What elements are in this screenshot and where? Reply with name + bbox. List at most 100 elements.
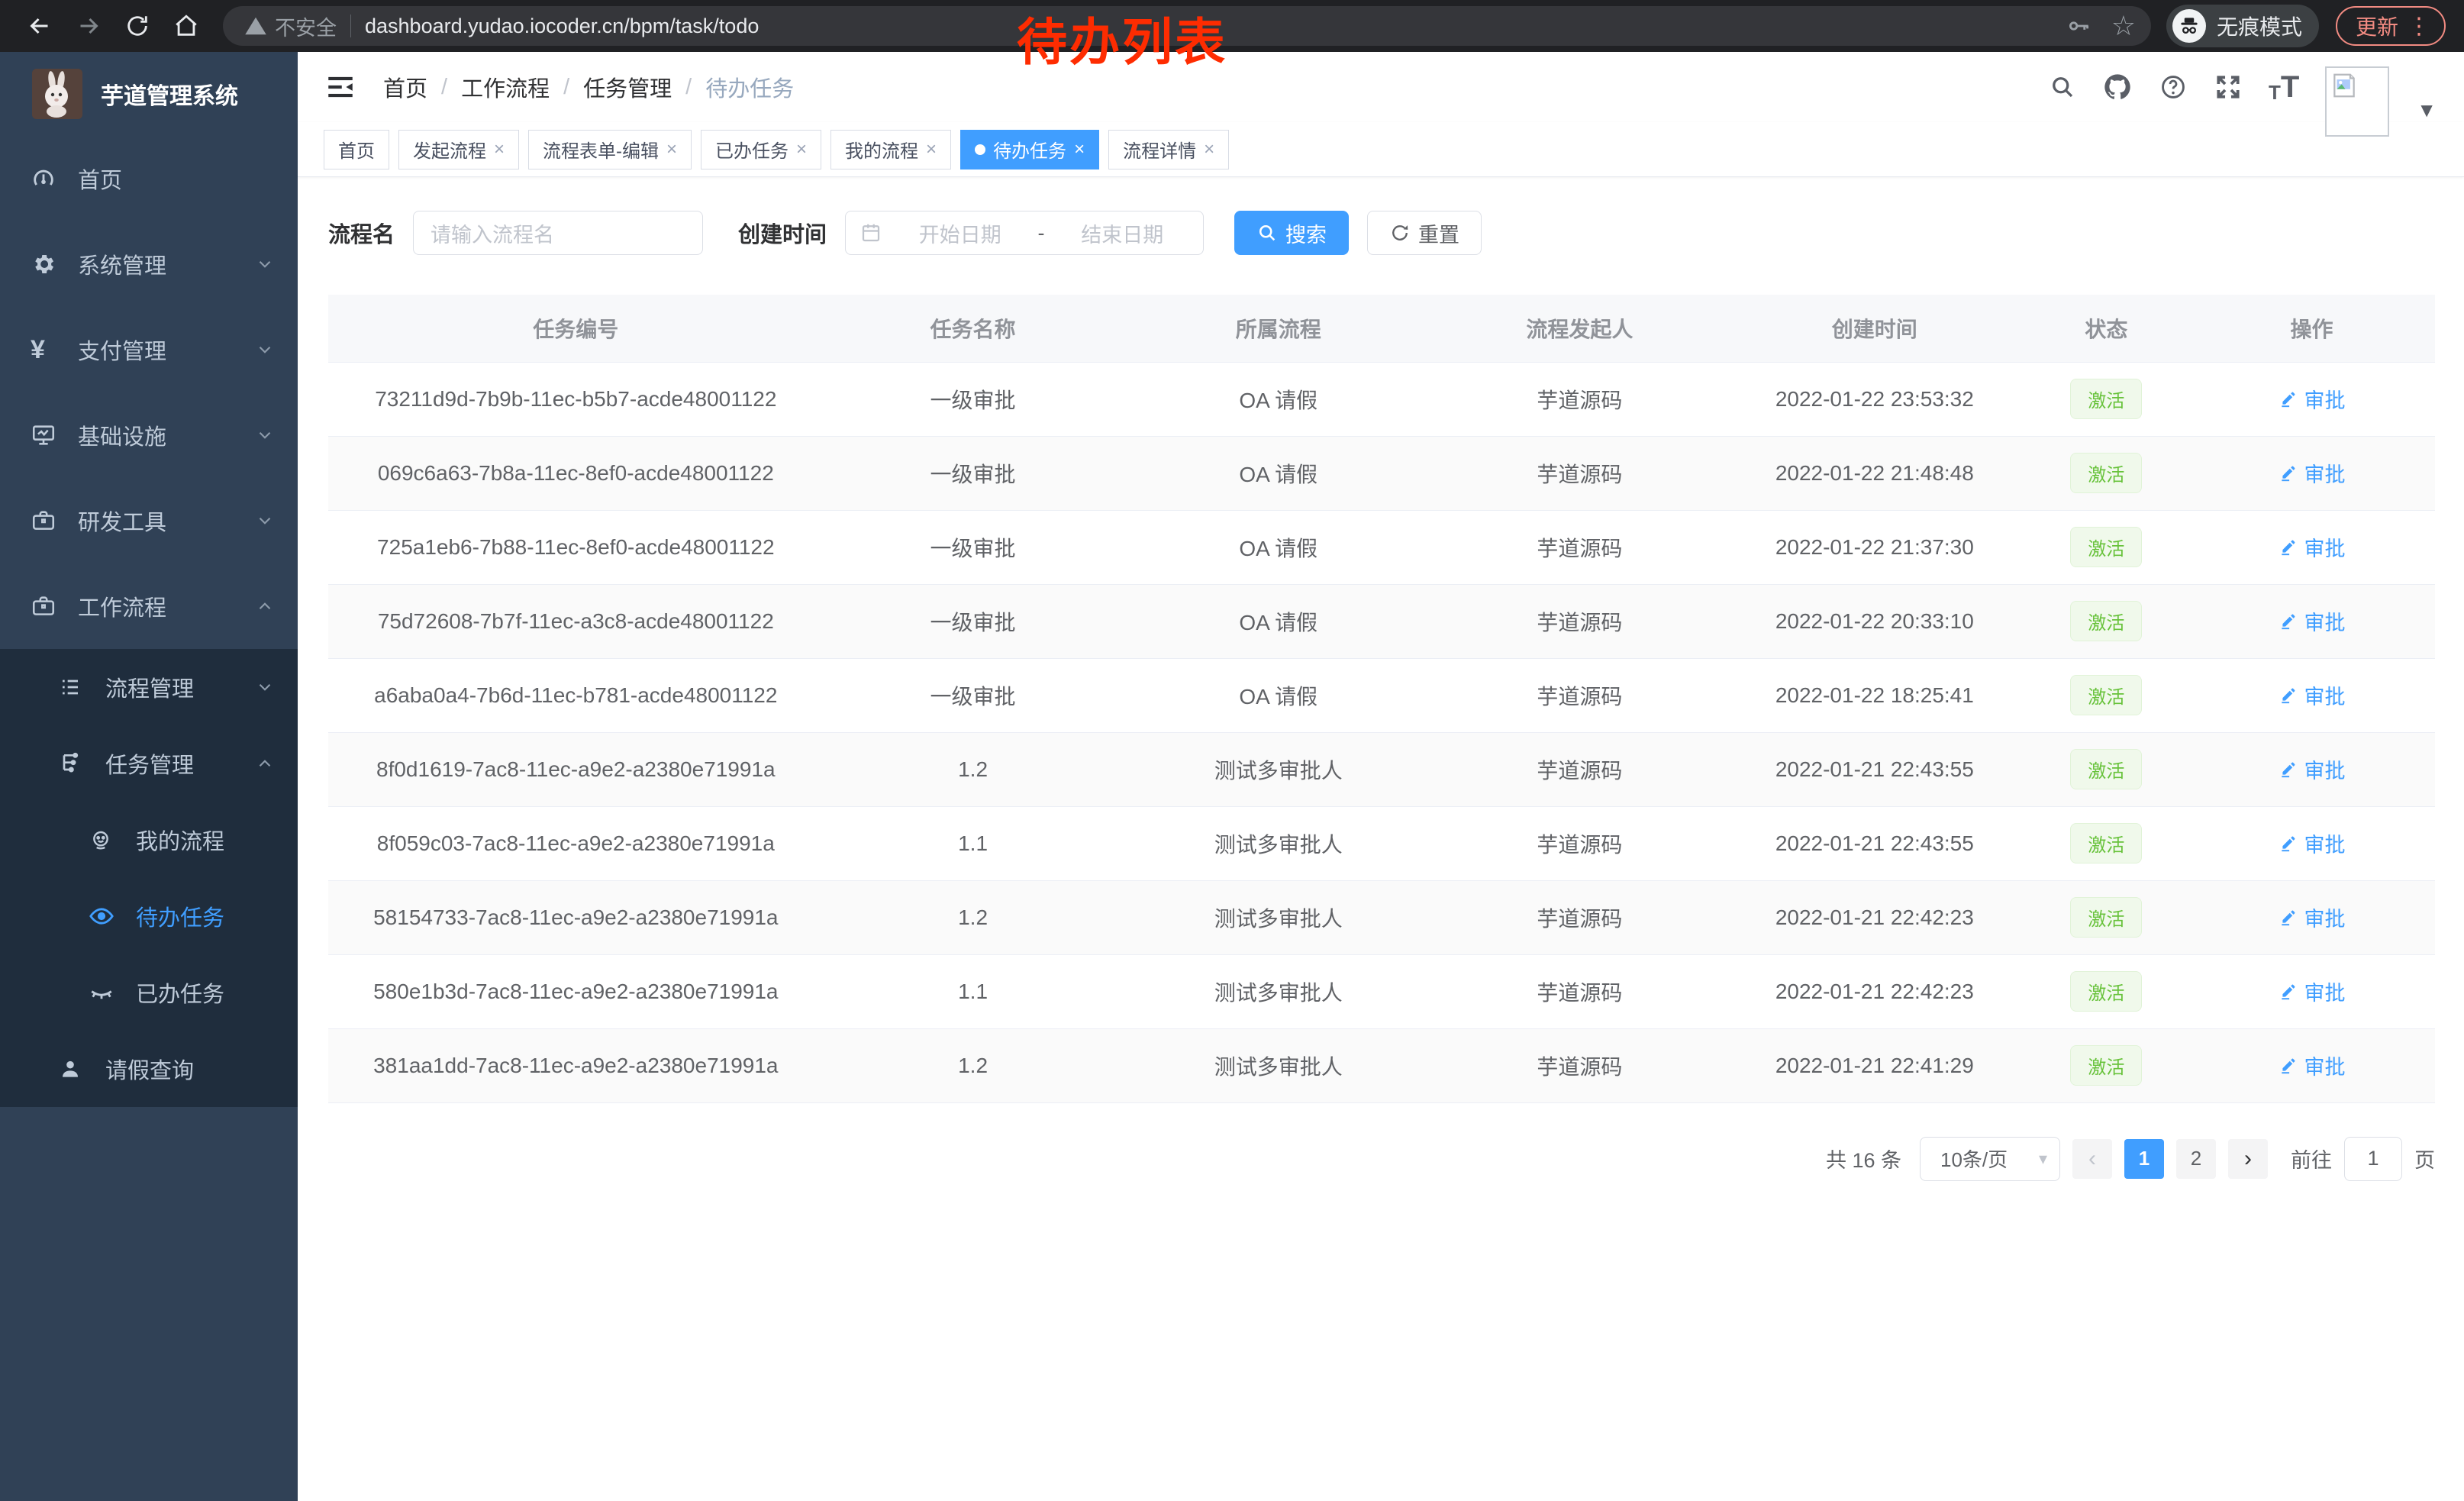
next-page-button[interactable]: › (2228, 1139, 2268, 1179)
tree-icon (58, 751, 85, 776)
cell-status: 激活 (2024, 806, 2188, 880)
cell-task-id: 381aa1dd-7ac8-11ec-a9e2-a2380e71991a (328, 1028, 824, 1102)
approve-link[interactable]: 审批 (2279, 754, 2346, 784)
page-button-2[interactable]: 2 (2176, 1139, 2216, 1179)
cell-initiator: 芋道源码 (1434, 584, 1725, 658)
sidebar-item-workflow[interactable]: 工作流程 (0, 563, 298, 649)
table-row: a6aba0a4-7b6d-11ec-b781-acde48001122 一级审… (328, 658, 2435, 732)
approve-link[interactable]: 审批 (2279, 384, 2346, 414)
sidebar-item-task-management[interactable]: 任务管理 (0, 725, 298, 802)
process-name-input[interactable]: 请输入流程名 (413, 211, 703, 255)
bookmark-star-icon[interactable]: ☆ (2111, 12, 2136, 40)
sidebar-item-devtools[interactable]: 研发工具 (0, 478, 298, 563)
close-icon[interactable]: × (1074, 139, 1085, 160)
reset-button[interactable]: 重置 (1367, 211, 1482, 255)
approve-link[interactable]: 审批 (2279, 1051, 2346, 1080)
address-separator (350, 15, 351, 37)
breadcrumb-task-management[interactable]: 任务管理 (583, 71, 672, 103)
list-icon (58, 675, 85, 699)
sidebar-item-leave-query[interactable]: 请假查询 (0, 1031, 298, 1107)
page-button-1[interactable]: 1 (2124, 1139, 2164, 1179)
column-initiator: 流程发起人 (1434, 295, 1725, 362)
tab-start-process[interactable]: 发起流程 × (398, 130, 519, 169)
breadcrumb-home[interactable]: 首页 (383, 71, 427, 103)
cell-status: 激活 (2024, 658, 2188, 732)
security-warning-icon[interactable] (244, 15, 267, 37)
start-date-placeholder[interactable]: 开始日期 (893, 218, 1027, 248)
browser-reload-button[interactable] (116, 5, 159, 47)
close-icon[interactable]: × (796, 139, 807, 160)
eye-icon (89, 903, 116, 929)
tab-home[interactable]: 首页 (324, 130, 389, 169)
approve-link[interactable]: 审批 (2279, 532, 2346, 562)
cell-process: OA 请假 (1123, 584, 1434, 658)
breadcrumb-current: 待办任务 (705, 71, 794, 103)
close-icon[interactable]: × (494, 139, 505, 160)
close-icon[interactable]: × (666, 139, 677, 160)
sidebar-item-todo-tasks[interactable]: 待办任务 (0, 878, 298, 954)
cell-initiator: 芋道源码 (1434, 732, 1725, 806)
chevron-down-icon (255, 677, 275, 697)
yen-icon: ¥ (31, 335, 58, 365)
page-unit-label: 页 (2414, 1144, 2435, 1173)
cell-status: 激活 (2024, 510, 2188, 584)
sidebar-item-system[interactable]: 系统管理 (0, 221, 298, 307)
close-icon[interactable]: × (1204, 139, 1214, 160)
sidebar-item-infrastructure[interactable]: 基础设施 (0, 392, 298, 478)
table-row: 8f059c03-7ac8-11ec-a9e2-a2380e71991a 1.1… (328, 806, 2435, 880)
browser-home-button[interactable] (165, 5, 208, 47)
browser-forward-button[interactable] (67, 5, 110, 47)
browser-menu-icon[interactable]: ⋮ (2408, 13, 2430, 40)
password-key-icon[interactable] (2066, 13, 2091, 39)
sidebar-item-home[interactable]: 首页 (0, 136, 298, 221)
cell-task-id: 8f059c03-7ac8-11ec-a9e2-a2380e71991a (328, 806, 824, 880)
approve-link[interactable]: 审批 (2279, 828, 2346, 858)
tab-todo-tasks[interactable]: 待办任务 × (960, 130, 1099, 169)
cell-actions: 审批 (2188, 510, 2435, 584)
cell-initiator: 芋道源码 (1434, 362, 1725, 436)
approve-link[interactable]: 审批 (2279, 680, 2346, 710)
sidebar-fold-icon[interactable] (322, 69, 359, 105)
font-size-icon[interactable]: TT (2269, 72, 2299, 102)
approve-link[interactable]: 审批 (2279, 976, 2346, 1006)
status-badge: 激活 (2070, 527, 2142, 567)
tab-process-detail[interactable]: 流程详情 × (1108, 130, 1229, 169)
calendar-icon (859, 221, 882, 244)
end-date-placeholder[interactable]: 结束日期 (1056, 218, 1190, 248)
sidebar-item-done-tasks[interactable]: 已办任务 (0, 954, 298, 1031)
security-label[interactable]: 不安全 (275, 11, 337, 41)
avatar-caret-icon[interactable]: ▼ (2417, 98, 2437, 122)
close-icon[interactable]: × (926, 139, 937, 160)
cell-initiator: 芋道源码 (1434, 1028, 1725, 1102)
column-task-name: 任务名称 (824, 295, 1123, 362)
page-content: 流程名 请输入流程名 创建时间 开始日期 - 结束日期 (298, 177, 2464, 1501)
tab-process-form-edit[interactable]: 流程表单-编辑 × (528, 130, 692, 169)
approve-link[interactable]: 审批 (2279, 606, 2346, 636)
approve-link[interactable]: 审批 (2279, 902, 2346, 932)
chevron-down-icon (255, 511, 275, 531)
approve-link[interactable]: 审批 (2279, 458, 2346, 488)
cell-actions: 审批 (2188, 584, 2435, 658)
search-icon[interactable] (2049, 73, 2076, 101)
avatar[interactable] (2325, 66, 2389, 137)
fullscreen-icon[interactable] (2214, 73, 2243, 102)
tab-my-process[interactable]: 我的流程 × (830, 130, 951, 169)
screen: 不安全 dashboard.yudao.iocoder.cn/bpm/task/… (0, 0, 2464, 1501)
page-size-select[interactable]: 10条/页 ▾ (1920, 1137, 2060, 1181)
browser-back-button[interactable] (18, 5, 61, 47)
sidebar-item-my-process[interactable]: 我的流程 (0, 802, 298, 878)
sidebar-item-process-management[interactable]: 流程管理 (0, 649, 298, 725)
cell-process: 测试多审批人 (1123, 880, 1434, 954)
tab-done-tasks[interactable]: 已办任务 × (701, 130, 821, 169)
breadcrumb-workflow[interactable]: 工作流程 (461, 71, 550, 103)
app-logo-row[interactable]: 芋道管理系统 (0, 52, 298, 136)
cell-status: 激活 (2024, 436, 2188, 510)
help-icon[interactable] (2159, 73, 2188, 102)
create-time-range-input[interactable]: 开始日期 - 结束日期 (845, 211, 1204, 255)
sidebar-item-payment[interactable]: ¥ 支付管理 (0, 307, 298, 392)
github-icon[interactable] (2102, 72, 2133, 102)
search-button[interactable]: 搜索 (1234, 211, 1349, 255)
goto-page-input[interactable]: 1 (2344, 1137, 2402, 1181)
prev-page-button[interactable]: ‹ (2072, 1139, 2112, 1179)
cell-actions: 审批 (2188, 806, 2435, 880)
